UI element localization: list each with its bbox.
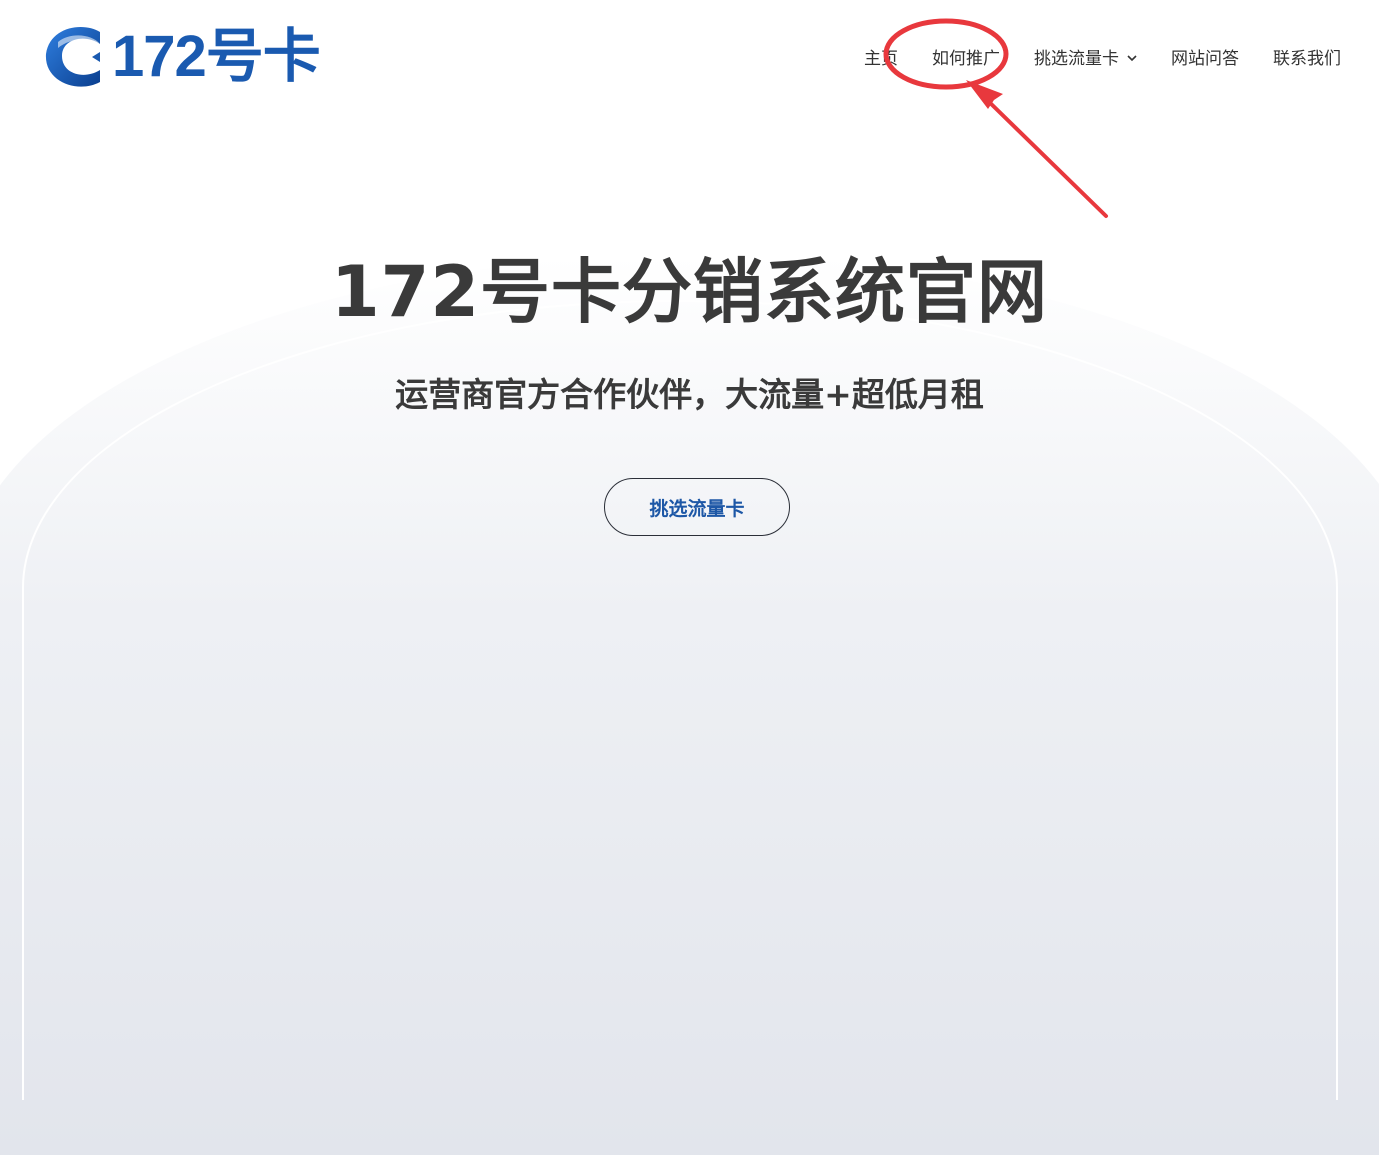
site-header: 172号卡 主页 如何推广 挑选流量卡 网站问答 联系我们 bbox=[0, 0, 1379, 110]
site-logo[interactable]: 172号卡 bbox=[44, 22, 321, 92]
nav-item-label: 挑选流量卡 bbox=[1034, 49, 1119, 69]
chevron-down-icon bbox=[1127, 47, 1137, 67]
nav-item-promote[interactable]: 如何推广 bbox=[932, 44, 1000, 69]
choose-card-button[interactable]: 挑选流量卡 bbox=[604, 478, 790, 536]
logo-text: 172号卡 bbox=[112, 24, 321, 89]
nav-item-label: 主页 bbox=[864, 49, 898, 69]
nav-item-choose-card[interactable]: 挑选流量卡 bbox=[1034, 44, 1137, 69]
main-nav: 主页 如何推广 挑选流量卡 网站问答 联系我们 bbox=[864, 44, 1341, 69]
hero-arc-decoration bbox=[22, 300, 1338, 1100]
nav-item-label: 如何推广 bbox=[932, 49, 1000, 69]
nav-item-faq[interactable]: 网站问答 bbox=[1171, 44, 1239, 69]
hero-subtitle: 运营商官方合作伙伴，大流量+超低月租 bbox=[395, 375, 984, 414]
nav-item-label: 联系我们 bbox=[1273, 49, 1341, 69]
172-logo-icon bbox=[45, 27, 100, 87]
hero-title: 172号卡分销系统官网 bbox=[330, 251, 1049, 333]
nav-item-home[interactable]: 主页 bbox=[864, 44, 898, 69]
pointer-arrow-shaft bbox=[980, 93, 1108, 218]
nav-item-label: 网站问答 bbox=[1171, 49, 1239, 69]
nav-item-contact[interactable]: 联系我们 bbox=[1273, 44, 1341, 69]
